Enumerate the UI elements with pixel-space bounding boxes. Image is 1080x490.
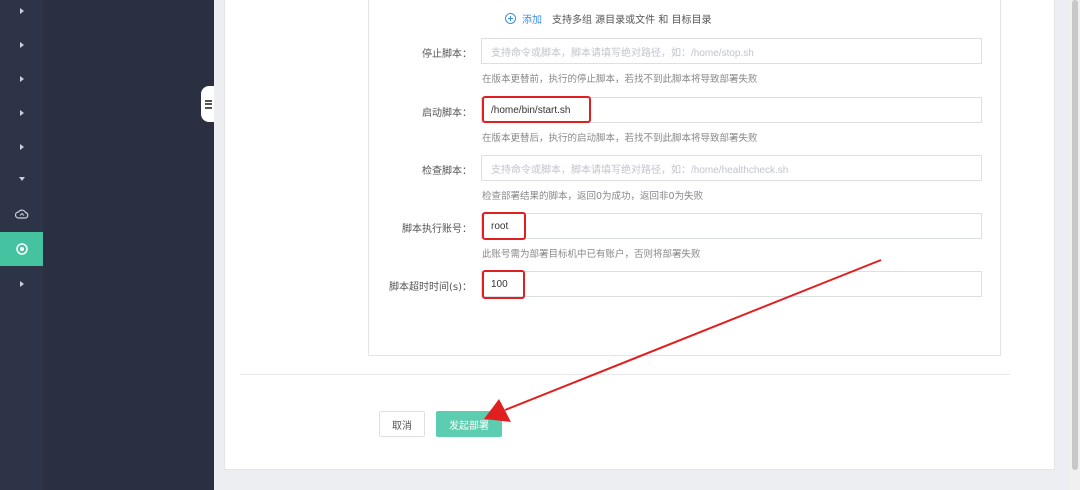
run-account-label: 脚本执行账号： [402, 224, 472, 235]
menu-icon [204, 99, 212, 109]
nav-item-target[interactable] [0, 232, 43, 266]
stop-script-label: 停止脚本： [422, 49, 472, 60]
icon-rail [0, 0, 43, 490]
run-account-input[interactable]: root [481, 213, 982, 239]
sidebar-toggle[interactable] [201, 86, 215, 122]
chevron-right-icon [19, 76, 24, 82]
deploy-button[interactable]: 发起部署 [436, 411, 502, 437]
chevron-right-icon [19, 8, 24, 14]
nav-expand-item-3[interactable] [0, 62, 43, 96]
check-script-hint: 检查部署结果的脚本，返回0为成功，返回非0为失败 [482, 191, 704, 202]
start-script-hint: 在版本更替后，执行的启动脚本，若找不到此脚本将导致部署失败 [482, 133, 758, 144]
nav-expand-item-1[interactable] [0, 0, 43, 28]
main-content: 添加 支持多组 源目录或文件 和 目标目录 停止脚本： 支持命令或脚本，脚本请填… [214, 0, 1070, 490]
annotation-box-timeout [482, 270, 525, 299]
run-account-hint: 此账号需为部署目标机中已有账户，否则将部署失败 [482, 249, 701, 260]
annotation-box-run-account [482, 212, 526, 240]
check-script-input[interactable]: 支持命令或脚本，脚本请填写绝对路径，如：/home/healthcheck.sh [481, 155, 982, 181]
timeout-input[interactable]: 100 [481, 271, 982, 297]
add-mapping-row: 添加 支持多组 源目录或文件 和 目标目录 [505, 11, 712, 26]
nav-expand-item-6[interactable] [0, 267, 43, 301]
chevron-right-icon [19, 144, 24, 150]
cloud-icon [14, 209, 28, 219]
add-circle-icon[interactable] [505, 13, 516, 24]
chevron-right-icon [19, 281, 24, 287]
chevron-right-icon [19, 110, 24, 116]
nav-expand-item-2[interactable] [0, 28, 43, 62]
annotation-box-start-script [482, 96, 591, 123]
add-mapping-hint: 支持多组 源目录或文件 和 目标目录 [552, 15, 712, 26]
scrollbar-thumb[interactable] [1072, 0, 1078, 470]
secondary-sidebar [43, 0, 214, 490]
form-card: 添加 支持多组 源目录或文件 和 目标目录 停止脚本： 支持命令或脚本，脚本请填… [224, 0, 1055, 470]
nav-expand-item-4[interactable] [0, 96, 43, 130]
footer-divider [240, 374, 1010, 375]
check-script-label: 检查脚本： [422, 166, 472, 177]
add-mapping-link[interactable]: 添加 [522, 11, 542, 26]
start-script-label: 启动脚本： [422, 108, 472, 119]
nav-collapse-item[interactable] [0, 162, 43, 196]
chevron-down-icon [18, 177, 25, 181]
timeout-label: 脚本超时时间(s)： [388, 282, 472, 293]
target-icon [15, 243, 28, 255]
nav-item-cloud[interactable] [0, 197, 43, 231]
chevron-right-icon [19, 42, 24, 48]
stop-script-input[interactable]: 支持命令或脚本，脚本请填写绝对路径，如：/home/stop.sh [481, 38, 982, 64]
stop-script-hint: 在版本更替前，执行的停止脚本，若找不到此脚本将导致部署失败 [482, 74, 758, 85]
cancel-button[interactable]: 取消 [379, 411, 425, 437]
nav-expand-item-5[interactable] [0, 130, 43, 164]
